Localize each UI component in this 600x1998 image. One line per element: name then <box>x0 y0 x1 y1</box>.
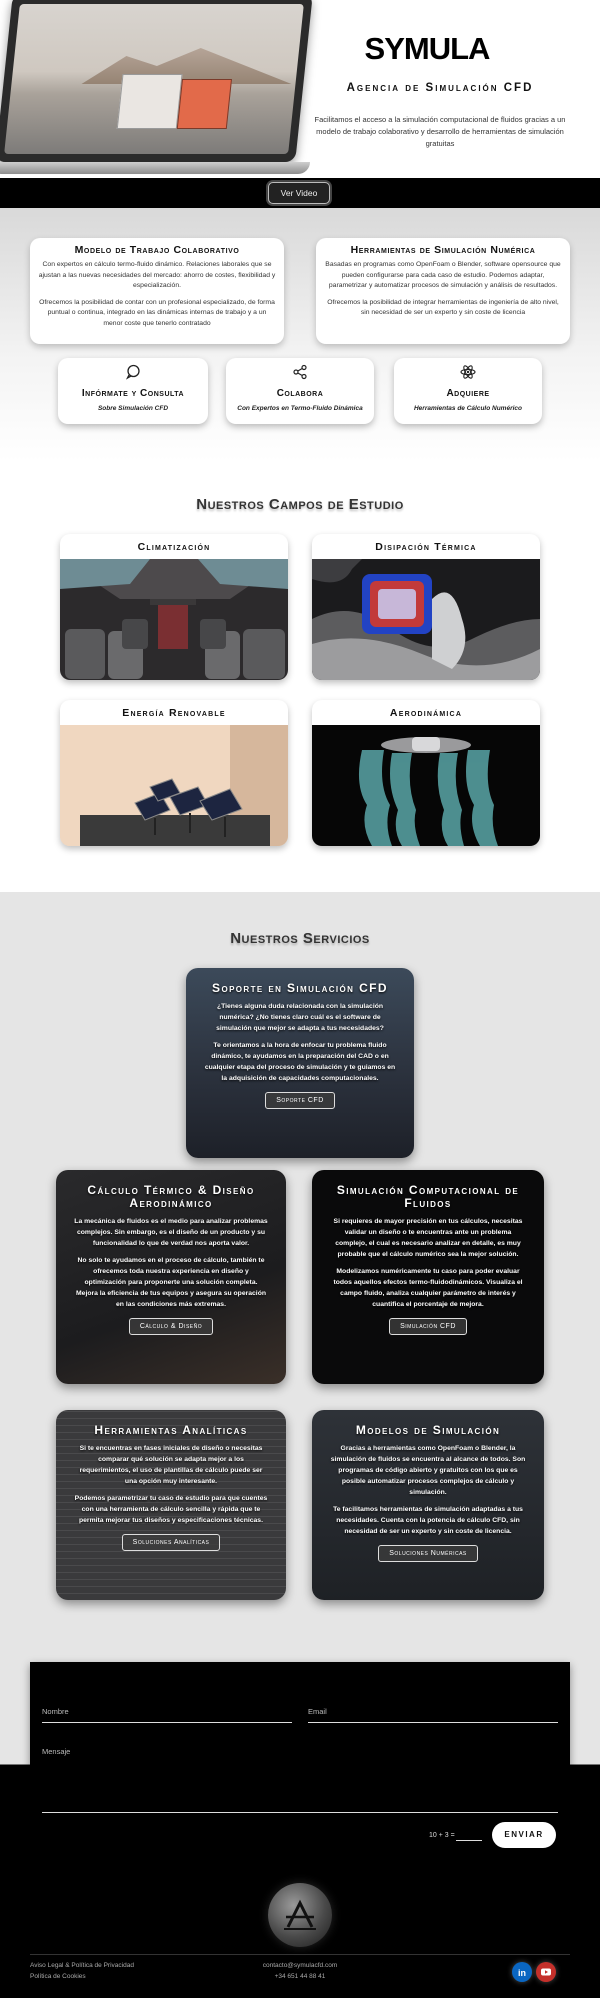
service-card-modelos: Modelos de Simulación Gracias a herramie… <box>312 1410 544 1600</box>
energia-renovable-image <box>60 725 288 846</box>
soluciones-analiticas-button[interactable]: Soluciones Analíticas <box>121 1534 221 1551</box>
card-text: Ofrecemos la posibilidad de integrar her… <box>327 298 559 317</box>
ver-video-button[interactable]: Ver Video <box>268 182 330 204</box>
mini-card-subtitle: Con Expertos en Termo-Fluido Dinámica <box>237 405 363 412</box>
service-card-herramientas: Herramientas Analíticas Si te encuentras… <box>56 1410 286 1600</box>
field-label: Disipación Térmica <box>375 541 477 553</box>
field-climatizacion[interactable]: Climatización <box>60 534 288 680</box>
service-title: Herramientas Analíticas <box>94 1423 248 1437</box>
mini-card-title: Adquiere <box>446 388 490 399</box>
servicios-title: Nuestros Servicios <box>230 930 370 947</box>
service-card-simulacion: Simulación Computacional de Fluidos Si r… <box>312 1170 544 1384</box>
mini-card-subtitle: Herramientas de Cálculo Numérico <box>413 405 522 412</box>
email-field[interactable] <box>308 1722 558 1723</box>
card-text: Ofrecemos la posibilidad de contar con u… <box>39 298 275 327</box>
service-text: Te facilitamos herramientas de simulació… <box>333 1506 523 1535</box>
soluciones-numericas-button[interactable]: Soluciones Numéricas <box>378 1545 478 1562</box>
service-text: Modelizamos numéricamente tu caso para p… <box>333 1268 523 1308</box>
name-label: Nombre <box>42 1707 69 1716</box>
brand-logo[interactable]: SYMULA <box>352 30 502 66</box>
card-title: Modelo de Trabajo Colaborativo <box>74 244 240 256</box>
service-title: Cálculo Térmico & Diseño Aerodinámico <box>87 1183 255 1210</box>
field-label: Energía Renovable <box>122 707 226 719</box>
cookies-link[interactable]: Política de Cookies <box>30 1971 86 1982</box>
hero-title: Agencia de Simulación CFD <box>346 82 534 94</box>
svg-text:SYMULA: SYMULA <box>365 31 491 66</box>
atom-icon <box>394 364 542 382</box>
captcha-input[interactable] <box>456 1840 482 1841</box>
campos-section: Nuestros Campos de Estudio Climatización <box>0 462 600 892</box>
card-text: Con expertos en cálculo termo-fluido din… <box>38 261 276 289</box>
send-button[interactable]: ENVIAR <box>492 1822 556 1848</box>
linkedin-icon[interactable]: in <box>512 1962 532 1982</box>
service-card-soporte: Soporte en Simulación CFD ¿Tienes alguna… <box>186 968 414 1158</box>
contact-form <box>30 1662 570 1877</box>
service-title: Soporte en Simulación CFD <box>212 981 388 995</box>
field-disipacion-termica[interactable]: Disipación Térmica <box>312 534 540 680</box>
footer-divider <box>30 1954 570 1955</box>
service-text: No solo te ayudamos en el proceso de cál… <box>76 1257 266 1308</box>
laptop-render-image <box>0 0 320 178</box>
card-text: Basadas en programas como OpenFoam o Ble… <box>325 261 561 289</box>
service-title: Simulación Computacional de Fluidos <box>336 1183 520 1210</box>
mini-card-title: Infórmate y Consulta <box>81 388 185 399</box>
mini-card-subtitle: Sobre Simulación CFD <box>97 405 169 412</box>
campos-title: Nuestros Campos de Estudio <box>196 496 404 513</box>
service-title: Modelos de Simulación <box>355 1423 501 1437</box>
card-herramientas-simulacion: Herramientas de Simulación Numérica Basa… <box>316 238 570 344</box>
message-field[interactable] <box>42 1812 558 1813</box>
contact-email[interactable]: contacto@symulacfd.com <box>262 1960 338 1971</box>
field-label: Aerodinámica <box>389 707 463 719</box>
svg-text:in: in <box>518 1968 526 1978</box>
simulacion-cfd-button[interactable]: Simulación CFD <box>389 1318 467 1335</box>
mini-card-title: Colabora <box>276 388 324 399</box>
service-text: Gracias a herramientas como OpenFoam o B… <box>330 1445 526 1496</box>
page: SYMULA Agencia de Simulación CFD Facilit… <box>0 0 600 1998</box>
hero-description: Facilitamos el acceso a la simulación co… <box>314 115 566 148</box>
mini-card-adquiere[interactable]: Adquiere Herramientas de Cálculo Numéric… <box>394 358 542 424</box>
footer-logo-icon[interactable] <box>268 1883 332 1947</box>
contact-phone: +34 651 44 88 41 <box>274 1973 326 1980</box>
service-text: Podemos parametrizar tu caso de estudio … <box>74 1495 268 1524</box>
service-text: Te orientamos a la hora de enfocar tu pr… <box>204 1042 396 1082</box>
soporte-cfd-button[interactable]: Soporte CFD <box>265 1092 335 1109</box>
climatizacion-image <box>60 559 288 680</box>
service-text: Si te encuentras en fases iniciales de d… <box>79 1445 263 1485</box>
email-label: Email <box>308 1707 327 1716</box>
servicios-section: Nuestros Servicios Soporte en Simulación… <box>0 892 600 1652</box>
about-section: Modelo de Trabajo Colaborativo Con exper… <box>0 208 600 462</box>
aerodinamica-image <box>312 725 540 846</box>
field-energia-renovable[interactable]: Energía Renovable <box>60 700 288 846</box>
calculo-diseno-button[interactable]: Cálculo & Diseño <box>128 1318 214 1335</box>
youtube-icon[interactable] <box>536 1962 556 1982</box>
service-text: ¿Tienes alguna duda relacionada con la s… <box>216 1003 384 1032</box>
card-modelo-trabajo: Modelo de Trabajo Colaborativo Con exper… <box>30 238 284 344</box>
share-icon <box>226 364 374 382</box>
service-text: Si requieres de mayor precisión en tus c… <box>333 1218 523 1258</box>
chat-icon <box>58 364 208 382</box>
mini-card-informate[interactable]: Infórmate y Consulta Sobre Simulación CF… <box>58 358 208 424</box>
mini-card-colabora[interactable]: Colabora Con Expertos en Termo-Fluido Di… <box>226 358 374 424</box>
service-card-calculo: Cálculo Térmico & Diseño Aerodinámico La… <box>56 1170 286 1384</box>
service-text: La mecánica de fluidos es el medio para … <box>74 1218 268 1247</box>
name-field[interactable] <box>42 1722 292 1723</box>
message-label: Mensaje <box>42 1747 71 1756</box>
field-aerodinamica[interactable]: Aerodinámica <box>312 700 540 846</box>
hero-section: SYMULA Agencia de Simulación CFD Facilit… <box>0 0 600 178</box>
legal-link[interactable]: Aviso Legal & Política de Privacidad <box>30 1960 134 1971</box>
card-title: Herramientas de Simulación Numérica <box>350 244 536 256</box>
field-label: Climatización <box>137 541 211 553</box>
captcha-question: 10 + 3 = <box>429 1832 455 1839</box>
disipacion-termica-image <box>312 559 540 680</box>
